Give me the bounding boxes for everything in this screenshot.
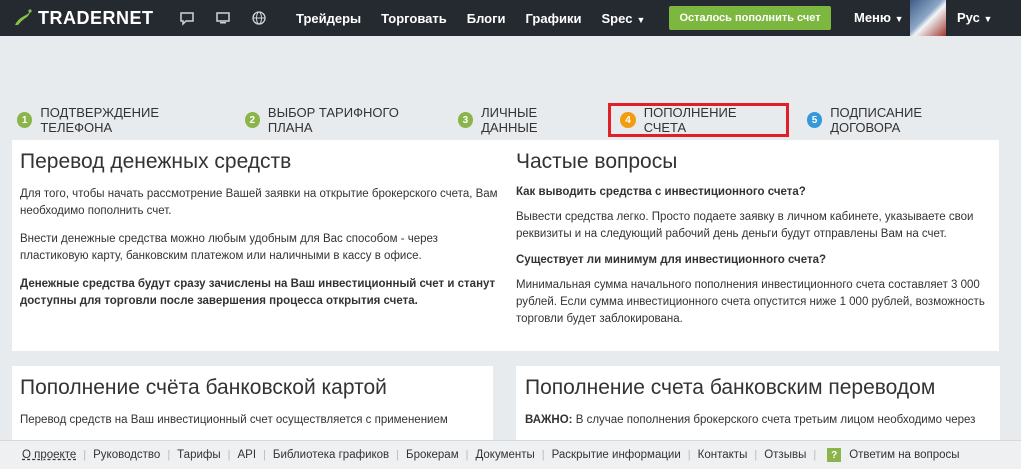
nav-trade[interactable]: Торговать <box>381 11 447 26</box>
top-navbar: TRADERNET Трейдеры Торговать Блоги Графи… <box>0 0 1021 36</box>
transfer-note: Денежные средства будут сразу зачислены … <box>20 278 496 307</box>
card-topup-title: Пополнение счёта банковской картой <box>20 376 387 399</box>
menu-dropdown[interactable]: Меню ▼ <box>854 10 904 25</box>
faq-title: Частые вопросы <box>516 150 678 173</box>
step-number: 4 <box>620 112 636 128</box>
card-topup-text: Перевод средств на Ваш инвестиционный сч… <box>20 414 448 426</box>
transfer-paragraph: Внести денежные средства можно любым удо… <box>20 233 438 262</box>
language-dropdown[interactable]: Рус ▼ <box>957 10 992 25</box>
logo-text: TRADERNET <box>38 7 154 28</box>
monitor-icon[interactable] <box>214 9 232 27</box>
separator: | <box>754 449 758 461</box>
nav-spec[interactable]: Spec ▼ <box>601 11 645 26</box>
footer-link-brokers[interactable]: Брокерам <box>406 449 459 461</box>
footer-link-about[interactable]: О проекте <box>22 449 76 461</box>
step-label: ПОДПИСАНИЕ ДОГОВОРА <box>830 105 923 135</box>
footer-link-guide[interactable]: Руководство <box>93 449 160 461</box>
separator: | <box>465 449 469 461</box>
separator: | <box>83 449 87 461</box>
step-number: 2 <box>244 112 260 128</box>
chevron-down-icon: ▼ <box>894 14 904 24</box>
step-phone[interactable]: 1 ПОДТВЕРЖДЕНИЕ ТЕЛЕФОНА <box>17 104 227 136</box>
bank-topup-title: Пополнение счета банковским переводом <box>525 376 936 399</box>
separator: | <box>687 449 691 461</box>
transfer-paragraph: Для того, чтобы начать рассмотрение Ваше… <box>20 188 498 217</box>
footer-link-contacts[interactable]: Контакты <box>698 449 748 461</box>
faq-answer: Минимальная сумма начального пополнения … <box>516 279 985 325</box>
nav-blogs[interactable]: Блоги <box>467 11 506 26</box>
bank-topup-text: ВАЖНО: В случае пополнения брокерского с… <box>525 414 976 426</box>
chevron-down-icon: ▼ <box>636 14 646 25</box>
step-number: 1 <box>17 112 33 128</box>
chevron-down-icon: ▼ <box>983 14 993 24</box>
registration-steps: 1 ПОДТВЕРЖДЕНИЕ ТЕЛЕФОНА 2 ВЫБОР ТАРИФНО… <box>17 103 1007 137</box>
step-label: ЛИЧНЫЕ ДАННЫЕ <box>481 105 538 135</box>
footer-link-documents[interactable]: Документы <box>475 449 534 461</box>
nav-traders[interactable]: Трейдеры <box>296 11 361 26</box>
chat-icon[interactable] <box>178 9 196 27</box>
transfer-section: Перевод денежных средств Для того, чтобы… <box>20 140 500 321</box>
separator: | <box>167 449 171 461</box>
footer-link-tariffs[interactable]: Тарифы <box>177 449 220 461</box>
help-question-icon[interactable]: ? <box>827 448 842 462</box>
step-sign-contract[interactable]: 5 ПОДПИСАНИЕ ДОГОВОРА <box>806 104 989 136</box>
faq-question: Как выводить средства с инвестиционного … <box>516 186 806 198</box>
separator: | <box>227 449 231 461</box>
separator: | <box>396 449 400 461</box>
lizard-logo-icon <box>12 7 34 29</box>
footer-link-disclosure[interactable]: Раскрытие информации <box>552 449 681 461</box>
avatar[interactable] <box>910 0 946 36</box>
separator: | <box>263 449 266 461</box>
nav-charts[interactable]: Графики <box>526 11 582 26</box>
fund-account-button[interactable]: Осталось пополнить счет <box>669 6 831 30</box>
footer-link-reviews[interactable]: Отзывы <box>764 449 806 461</box>
logo[interactable]: TRADERNET <box>12 7 154 29</box>
faq-answer: Вывести средства легко. Просто подаете з… <box>516 211 974 240</box>
step-number: 5 <box>806 112 823 128</box>
footer: О проекте | Руководство | Тарифы | API |… <box>0 440 1021 469</box>
step-fund-account[interactable]: 4 ПОПОЛНЕНИЕ СЧЕТА <box>608 103 789 137</box>
info-card: Перевод денежных средств Для того, чтобы… <box>12 140 999 351</box>
faq-question: Существует ли минимум для инвестиционног… <box>516 254 827 266</box>
footer-link-chart-library[interactable]: Библиотека графиков <box>273 449 389 461</box>
step-label: ПОДТВЕРЖДЕНИЕ ТЕЛЕФОНА <box>40 105 160 135</box>
transfer-title: Перевод денежных средств <box>20 150 292 173</box>
footer-link-api[interactable]: API <box>237 449 256 461</box>
separator: | <box>541 449 545 461</box>
separator: | <box>813 449 817 461</box>
globe-icon[interactable] <box>250 9 268 27</box>
footer-link-help[interactable]: Ответим на вопросы <box>849 449 959 461</box>
step-number: 3 <box>457 112 474 128</box>
step-personal-data[interactable]: 3 ЛИЧНЫЕ ДАННЫЕ <box>457 104 593 136</box>
step-label: ПОПОЛНЕНИЕ СЧЕТА <box>643 105 737 135</box>
step-label: ВЫБОР ТАРИФНОГО ПЛАНА <box>267 105 399 135</box>
step-tariff[interactable]: 2 ВЫБОР ТАРИФНОГО ПЛАНА <box>244 104 440 136</box>
faq-section: Частые вопросы Как выводить средства с и… <box>516 140 986 339</box>
